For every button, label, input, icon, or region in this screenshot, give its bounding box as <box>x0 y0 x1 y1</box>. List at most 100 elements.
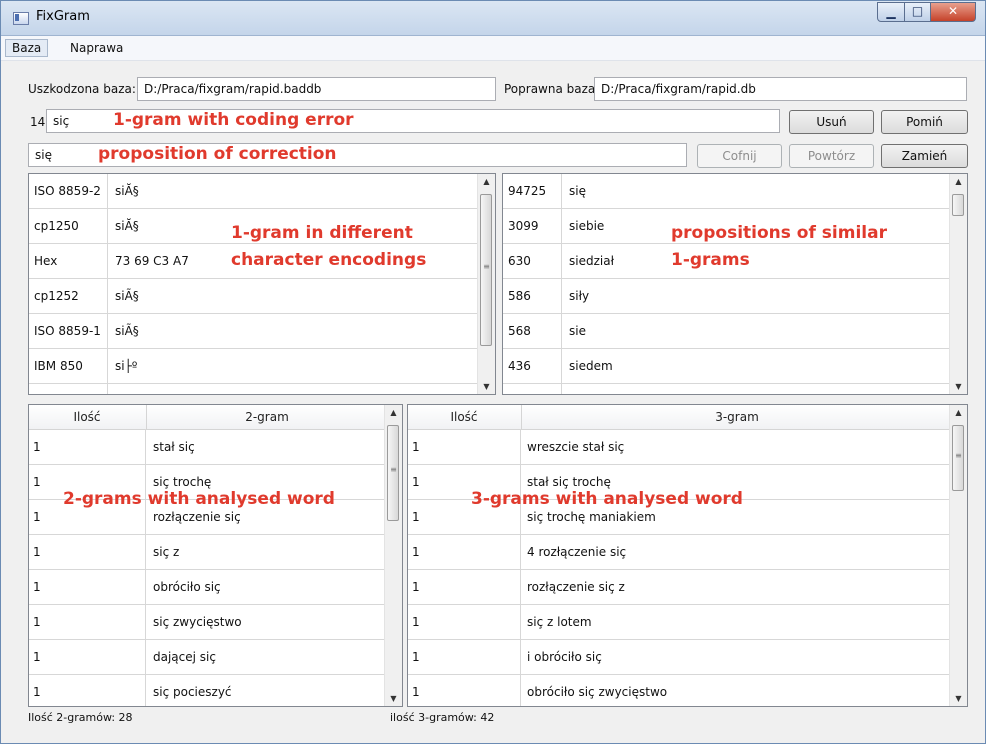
trigram-count-status: ilość 3-gramów: 42 <box>390 711 495 724</box>
bigram-header-count[interactable]: Ilość <box>29 405 145 429</box>
damaged-db-label: Uszkodzona baza: <box>28 82 136 96</box>
scroll-down-icon[interactable]: ▼ <box>478 382 495 391</box>
annotation-bigrams: 2-grams with analysed word <box>63 489 335 509</box>
close-icon: ✕ <box>947 4 959 18</box>
encoding-row[interactable]: ISO 8859-1 siÃ§ <box>29 314 478 349</box>
minimize-button[interactable]: ▁ <box>877 2 905 22</box>
trigram-text: rozłączenie siç z <box>527 580 625 594</box>
similar-row[interactable]: 94725 się <box>503 174 950 209</box>
bigram-count: 1 <box>33 650 41 664</box>
encoding-name: ISO 8859-2 <box>34 184 101 198</box>
annotation-coding-error: 1-gram with coding error <box>113 110 354 130</box>
table-row[interactable]: 1 siç z lotem <box>408 605 950 640</box>
bigram-header-gram[interactable]: 2-gram <box>146 405 387 429</box>
table-row[interactable]: 1 siç z <box>29 535 385 570</box>
encoding-value: siÃ§ <box>115 289 139 303</box>
encoding-name: cp1252 <box>34 289 79 303</box>
scroll-down-icon[interactable]: ▼ <box>950 694 967 703</box>
bigram-count: 1 <box>33 475 41 489</box>
skip-button[interactable]: Pomiń <box>881 110 968 134</box>
encodings-scrollbar[interactable]: ▲ ≡ ▼ <box>477 174 495 394</box>
encoding-row[interactable]: ISO 8859-2 siĂ§ <box>29 174 478 209</box>
similar-row[interactable]: 436 siedem <box>503 349 950 384</box>
bigram-count-status: Ilość 2-gramów: 28 <box>28 711 133 724</box>
trigram-header-gram[interactable]: 3-gram <box>521 405 952 429</box>
table-row[interactable]: 1 dającej siç <box>29 640 385 675</box>
trigram-scrollbar[interactable]: ▲ ≡ ▼ <box>949 405 967 706</box>
scroll-up-icon[interactable]: ▲ <box>478 177 495 186</box>
encodings-panel: ISO 8859-2 siĂ§ cp1250 siĂ§ Hex 73 69 C3 A7… <box>28 173 496 395</box>
table-row[interactable]: 1 siç pocieszyć <box>29 675 385 706</box>
encoding-row[interactable]: cp1252 siÃ§ <box>29 279 478 314</box>
trigram-count: 1 <box>412 440 420 454</box>
encoding-name: cp1250 <box>34 219 79 233</box>
table-row[interactable]: 1 stał siç <box>29 430 385 465</box>
trigram-header: Ilość 3-gram <box>408 405 950 430</box>
encoding-value: siÃ§ <box>115 324 139 338</box>
encoding-value: 73 69 C3 A7 <box>115 254 189 268</box>
similar-scrollbar[interactable]: ▲ ▼ <box>949 174 967 394</box>
scroll-up-icon[interactable]: ▲ <box>950 408 967 417</box>
encoding-value: siĂ§ <box>115 219 139 233</box>
encoding-value: si├º <box>115 359 138 373</box>
similar-word: siły <box>569 289 590 303</box>
table-row[interactable]: 1 i obróciło siç <box>408 640 950 675</box>
bigram-text: obróciło siç <box>153 580 221 594</box>
bigram-scrollbar[interactable]: ▲ ≡ ▼ <box>384 405 402 706</box>
correct-db-field[interactable]: D:/Praca/fixgram/rapid.db <box>594 77 967 101</box>
scroll-up-icon[interactable]: ▲ <box>950 177 967 186</box>
scroll-down-icon[interactable]: ▼ <box>385 694 402 703</box>
similar-row[interactable]: 568 sie <box>503 314 950 349</box>
app-icon <box>13 12 29 25</box>
menu-bar: Baza Naprawa <box>1 36 985 61</box>
table-row[interactable]: 1 4 rozłączenie siç <box>408 535 950 570</box>
similar-word: sie <box>569 324 586 338</box>
scroll-down-icon[interactable]: ▼ <box>950 382 967 391</box>
table-row[interactable]: 1 obróciło siç zwycięstwo <box>408 675 950 706</box>
word-value: siç <box>53 114 70 128</box>
maximize-icon: □ <box>911 4 924 18</box>
menu-baza[interactable]: Baza <box>5 39 49 57</box>
replace-button[interactable]: Zamień <box>881 144 968 168</box>
title-bar[interactable]: FixGram ▁ □ ✕ <box>1 1 985 36</box>
similar-count: 586 <box>508 289 531 303</box>
annotation-trigrams: 3-grams with analysed word <box>471 489 743 509</box>
encoding-value: siĂ§ <box>115 184 139 198</box>
minimize-icon: ▁ <box>886 5 896 19</box>
annotation-encodings-line1: 1-gram in different <box>231 223 413 243</box>
trigram-count: 1 <box>412 510 420 524</box>
annotation-similar-line2: 1-grams <box>671 250 750 270</box>
word-count: 14 <box>30 115 46 129</box>
scroll-up-icon[interactable]: ▲ <box>385 408 402 417</box>
table-row[interactable]: 1 siç zwycięstwo <box>29 605 385 640</box>
similar-count: 630 <box>508 254 531 268</box>
menu-naprawa[interactable]: Naprawa <box>64 40 129 56</box>
similar-count: 568 <box>508 324 531 338</box>
table-row[interactable]: 1 rozłączenie siç z <box>408 570 950 605</box>
maximize-button[interactable]: □ <box>904 2 931 22</box>
annotation-encodings-line2: character encodings <box>231 250 427 270</box>
trigram-count: 1 <box>412 615 420 629</box>
close-button[interactable]: ✕ <box>930 2 976 22</box>
undo-button[interactable]: Cofnij <box>697 144 782 168</box>
grip-icon: ≡ <box>483 262 490 271</box>
fixgram-window: FixGram ▁ □ ✕ Baza Naprawa Uszkodzona ba… <box>0 0 986 744</box>
redo-button[interactable]: Powtórz <box>789 144 874 168</box>
similar-count: 3099 <box>508 219 539 233</box>
trigram-count: 1 <box>412 685 420 699</box>
bigram-header: Ilość 2-gram <box>29 405 385 430</box>
table-row[interactable]: 1 wreszcie stał siç <box>408 430 950 465</box>
trigram-count: 1 <box>412 545 420 559</box>
damaged-db-field[interactable]: D:/Praca/fixgram/rapid.baddb <box>137 77 496 101</box>
bigram-table: Ilość 2-gram 1 stał siç 1 siç trochę 1 rozł… <box>28 404 403 707</box>
encoding-row[interactable]: IBM 850 si├º <box>29 349 478 384</box>
table-row[interactable]: 1 obróciło siç <box>29 570 385 605</box>
trigram-header-count[interactable]: Ilość <box>408 405 520 429</box>
delete-button[interactable]: Usuń <box>789 110 874 134</box>
bigram-count: 1 <box>33 685 41 699</box>
similar-word: siedział <box>569 254 614 268</box>
similar-word: siedem <box>569 359 613 373</box>
bigram-text: siç pocieszyć <box>153 685 232 699</box>
similar-row[interactable]: 586 siły <box>503 279 950 314</box>
scroll-thumb[interactable] <box>952 194 964 216</box>
